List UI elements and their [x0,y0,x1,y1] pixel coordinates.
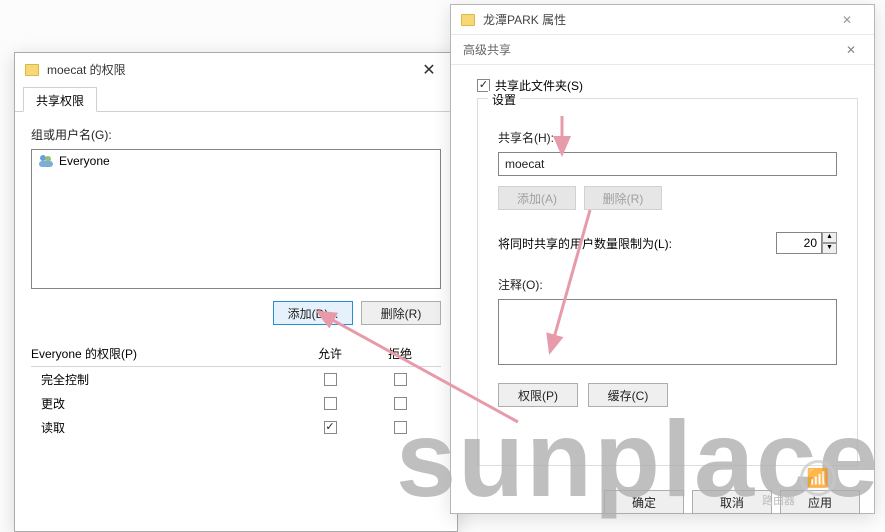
table-row: 读取 [31,415,441,439]
perm-name: 读取 [41,419,295,436]
users-icon [38,154,54,168]
titlebar: 龙潭PARK 属性 ✕ [451,5,874,35]
add-share-button: 添加(A) [498,186,576,210]
folder-icon [461,14,475,26]
perm-name: 更改 [41,395,295,412]
column-allow: 允许 [295,345,365,362]
properties-dialog: 龙潭PARK 属性 ✕ 高级共享 ✕ 共享此文件夹(S) 设置 共享名(H): … [450,4,875,514]
dialog-body: 组或用户名(G): Everyone 添加(D)... 删除(R) Everyo… [15,112,457,451]
sharename-input[interactable] [498,152,837,176]
tab-share-permissions[interactable]: 共享权限 [23,87,97,112]
settings-legend: 设置 [488,91,520,108]
apply-button[interactable]: 应用 [780,490,860,514]
deny-checkbox[interactable] [394,397,407,410]
window-title: 龙潭PARK 属性 [483,11,826,28]
spin-up-icon[interactable]: ▲ [822,232,837,243]
remove-button[interactable]: 删除(R) [361,301,441,325]
permissions-dialog: moecat 的权限 ✕ 共享权限 组或用户名(G): Everyone 添加(… [14,52,458,532]
perm-name: 完全控制 [41,371,295,388]
user-limit-spinner[interactable]: ▲ ▼ [776,232,837,254]
table-row: 更改 [31,391,441,415]
folder-icon [25,64,39,76]
titlebar: moecat 的权限 ✕ [15,53,457,86]
advanced-sharing-title: 高级共享 [463,41,511,58]
deny-checkbox[interactable] [394,421,407,434]
column-deny: 拒绝 [365,345,435,362]
cancel-button[interactable]: 取消 [692,490,772,514]
window-title: moecat 的权限 [47,61,407,78]
close-button[interactable]: ✕ [826,6,868,34]
permissions-table: 完全控制 更改 读取 [31,366,441,439]
table-row: 完全控制 [31,367,441,391]
permissions-header: Everyone 的权限(P) 允许 拒绝 [31,345,441,362]
user-name: Everyone [59,154,110,168]
permissions-for-label: Everyone 的权限(P) [31,345,295,362]
comment-input[interactable] [498,299,837,365]
comment-label: 注释(O): [498,276,837,293]
users-list[interactable]: Everyone [31,149,441,289]
allow-checkbox[interactable] [324,421,337,434]
add-button[interactable]: 添加(D)... [273,301,353,325]
deny-checkbox[interactable] [394,373,407,386]
close-button[interactable]: ✕ [407,56,451,84]
dialog-footer: 确定 取消 应用 [451,482,874,514]
list-item[interactable]: Everyone [34,152,438,170]
allow-checkbox[interactable] [324,373,337,386]
user-limit-input[interactable] [776,232,822,254]
permissions-button[interactable]: 权限(P) [498,383,578,407]
cache-button[interactable]: 缓存(C) [588,383,668,407]
advanced-body: 共享此文件夹(S) 设置 共享名(H): 添加(A) 删除(R) 将同时共享的用… [451,65,874,482]
settings-group: 设置 共享名(H): 添加(A) 删除(R) 将同时共享的用户数量限制为(L):… [477,98,858,466]
tabs: 共享权限 [15,86,457,112]
advanced-sharing-header: 高级共享 ✕ [451,35,874,65]
allow-checkbox[interactable] [324,397,337,410]
remove-share-button: 删除(R) [584,186,662,210]
user-limit-label: 将同时共享的用户数量限制为(L): [498,235,776,252]
spin-down-icon[interactable]: ▼ [822,243,837,254]
ok-button[interactable]: 确定 [604,490,684,514]
sharename-label: 共享名(H): [498,129,837,146]
groups-users-label: 组或用户名(G): [31,126,441,143]
close-icon[interactable]: ✕ [836,43,866,57]
